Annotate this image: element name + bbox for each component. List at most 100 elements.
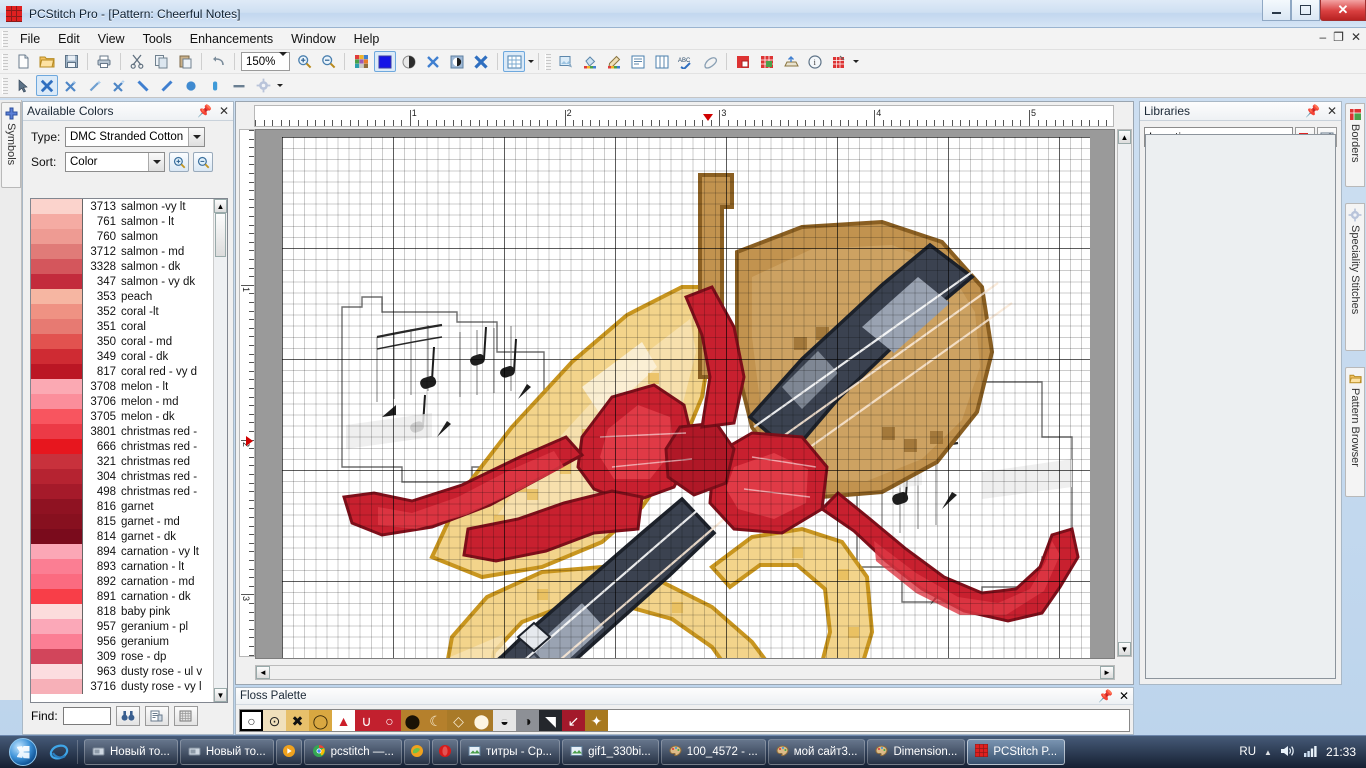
maximize-button[interactable] bbox=[1291, 0, 1320, 21]
grid-button[interactable] bbox=[503, 51, 526, 72]
grid-view-button[interactable] bbox=[173, 706, 198, 726]
floss-palette-cell[interactable]: ☾ bbox=[424, 710, 447, 731]
color-swatch[interactable] bbox=[31, 499, 83, 514]
color-swatch[interactable] bbox=[31, 574, 83, 589]
color-list-row[interactable]: 309 rose - dp bbox=[31, 649, 213, 664]
color-list-row[interactable]: 3706 melon - md bbox=[31, 394, 213, 409]
color-swatch[interactable] bbox=[31, 274, 83, 289]
floss-palette-cell[interactable]: ⬤ bbox=[470, 710, 493, 731]
color-list-row[interactable]: 3328 salmon - dk bbox=[31, 259, 213, 274]
canvas-vertical-scrollbar[interactable]: ▲ ▼ bbox=[1117, 129, 1132, 657]
floss-palette-cell[interactable]: ◒ bbox=[493, 710, 516, 731]
language-indicator[interactable]: RU bbox=[1239, 746, 1256, 758]
color-list-row[interactable]: 817 coral red - vy d bbox=[31, 364, 213, 379]
color-list-row[interactable]: 963 dusty rose - ul v bbox=[31, 664, 213, 679]
print-button[interactable] bbox=[93, 51, 115, 72]
color-list-row[interactable]: 3801 christmas red - bbox=[31, 424, 213, 439]
color-swatch[interactable] bbox=[31, 289, 83, 304]
close-icon[interactable]: ✕ bbox=[219, 104, 229, 118]
scrollbar-thumb[interactable] bbox=[215, 213, 226, 257]
color-swatch[interactable] bbox=[31, 394, 83, 409]
floss-palette-cell[interactable]: ∪ bbox=[355, 710, 378, 731]
backstitch-line-down-tool[interactable] bbox=[132, 75, 154, 96]
color-list-row[interactable]: 353 peach bbox=[31, 289, 213, 304]
color-list-row[interactable]: 761 salmon - lt bbox=[31, 214, 213, 229]
taskbar-button[interactable]: 100_4572 - ... bbox=[660, 739, 766, 765]
pattern-grid-button[interactable] bbox=[756, 51, 778, 72]
menu-drag-grip[interactable] bbox=[2, 30, 8, 47]
color-list-row[interactable]: 814 garnet - dk bbox=[31, 529, 213, 544]
zoom-out-button[interactable] bbox=[317, 51, 339, 72]
grid-dropdown-chevron-icon[interactable] bbox=[528, 60, 535, 63]
paste-button[interactable] bbox=[174, 51, 196, 72]
color-swatch[interactable] bbox=[31, 634, 83, 649]
view-symbols-button[interactable] bbox=[422, 51, 444, 72]
color-list-row[interactable]: 3708 melon - lt bbox=[31, 379, 213, 394]
color-list-row[interactable]: 321 christmas red bbox=[31, 454, 213, 469]
sort-combobox[interactable]: Color bbox=[65, 152, 165, 172]
floss-palette-cell[interactable]: ○ bbox=[240, 710, 263, 731]
color-swatch[interactable] bbox=[31, 529, 83, 544]
close-button[interactable]: ✕ bbox=[1320, 0, 1366, 21]
swatch-zoom-in-button[interactable] bbox=[169, 152, 189, 172]
taskbar-button[interactable]: gif1_330bi... bbox=[562, 739, 659, 765]
select-arrow-tool[interactable] bbox=[12, 75, 34, 96]
columns-button[interactable] bbox=[651, 51, 673, 72]
menu-tools[interactable]: Tools bbox=[134, 30, 181, 48]
color-swatch[interactable] bbox=[31, 244, 83, 259]
cut-button[interactable] bbox=[126, 51, 148, 72]
floss-palette-cell[interactable]: ⊙ bbox=[263, 710, 286, 731]
color-list-row[interactable]: 352 coral -lt bbox=[31, 304, 213, 319]
spellcheck-button[interactable]: ABC bbox=[675, 51, 697, 72]
menu-window[interactable]: Window bbox=[282, 30, 344, 48]
taskbar-button[interactable]: PCStitch P... bbox=[967, 739, 1066, 765]
menu-view[interactable]: View bbox=[89, 30, 134, 48]
floss-palette-cell[interactable]: ○ bbox=[378, 710, 401, 731]
mdi-restore-button[interactable]: ❐ bbox=[1333, 30, 1344, 44]
pattern-sheet[interactable] bbox=[282, 137, 1090, 658]
color-swatch[interactable] bbox=[31, 409, 83, 424]
color-list-row[interactable]: 350 coral - md bbox=[31, 334, 213, 349]
color-swatch[interactable] bbox=[31, 349, 83, 364]
color-swatch[interactable] bbox=[31, 364, 83, 379]
swatch-zoom-out-button[interactable] bbox=[193, 152, 213, 172]
color-swatch[interactable] bbox=[31, 544, 83, 559]
color-list-row[interactable]: 3712 salmon - md bbox=[31, 244, 213, 259]
floss-palette-cell[interactable]: ◥ bbox=[539, 710, 562, 731]
color-swatch[interactable] bbox=[31, 679, 83, 694]
color-list-row[interactable]: 498 christmas red - bbox=[31, 484, 213, 499]
straight-line-tool[interactable] bbox=[228, 75, 250, 96]
view-half-tone-button[interactable] bbox=[398, 51, 420, 72]
view-bold-symbol-button[interactable] bbox=[470, 51, 492, 72]
menu-file[interactable]: File bbox=[11, 30, 49, 48]
scroll-down-button[interactable]: ▼ bbox=[214, 688, 227, 702]
sidetab-symbols[interactable]: Symbols bbox=[1, 102, 21, 188]
color-list-row[interactable]: 891 carnation - dk bbox=[31, 589, 213, 604]
specialty-stitch-tool[interactable] bbox=[252, 75, 274, 96]
pattern-document-window[interactable] bbox=[255, 129, 1115, 659]
color-list-scrollbar[interactable]: ▲ ▼ bbox=[213, 199, 227, 702]
color-swatch[interactable] bbox=[31, 649, 83, 664]
import-image-button[interactable] bbox=[555, 51, 577, 72]
pin-icon[interactable]: 📌 bbox=[1305, 104, 1320, 118]
color-swatch[interactable] bbox=[31, 619, 83, 634]
color-swatch[interactable] bbox=[31, 259, 83, 274]
color-list-row[interactable]: 3705 melon - dk bbox=[31, 409, 213, 424]
pin-icon[interactable]: 📌 bbox=[1098, 689, 1113, 703]
text-block-button[interactable] bbox=[627, 51, 649, 72]
floss-palette-cell[interactable]: ◯ bbox=[309, 710, 332, 731]
color-swatch[interactable] bbox=[31, 304, 83, 319]
floss-usage-button[interactable] bbox=[732, 51, 754, 72]
taskbar-clock[interactable]: 21:33 bbox=[1326, 745, 1356, 759]
floss-palette-cell[interactable]: ◇ bbox=[447, 710, 470, 731]
sidetab-speciality-stitches[interactable]: Speciality Stitches bbox=[1345, 203, 1365, 351]
signal-bars-icon[interactable] bbox=[1303, 744, 1318, 761]
canvas-scroll-right-button[interactable]: ► bbox=[1100, 666, 1114, 679]
color-pencil-button[interactable] bbox=[603, 51, 625, 72]
color-list-row[interactable]: 349 coral - dk bbox=[31, 349, 213, 364]
color-swatch[interactable] bbox=[31, 514, 83, 529]
floss-type-combobox[interactable]: DMC Stranded Cotton bbox=[65, 127, 205, 147]
sidetab-pattern-browser[interactable]: Pattern Browser bbox=[1345, 367, 1365, 497]
color-list-row[interactable]: 347 salmon - vy dk bbox=[31, 274, 213, 289]
french-knot-tool[interactable] bbox=[180, 75, 202, 96]
